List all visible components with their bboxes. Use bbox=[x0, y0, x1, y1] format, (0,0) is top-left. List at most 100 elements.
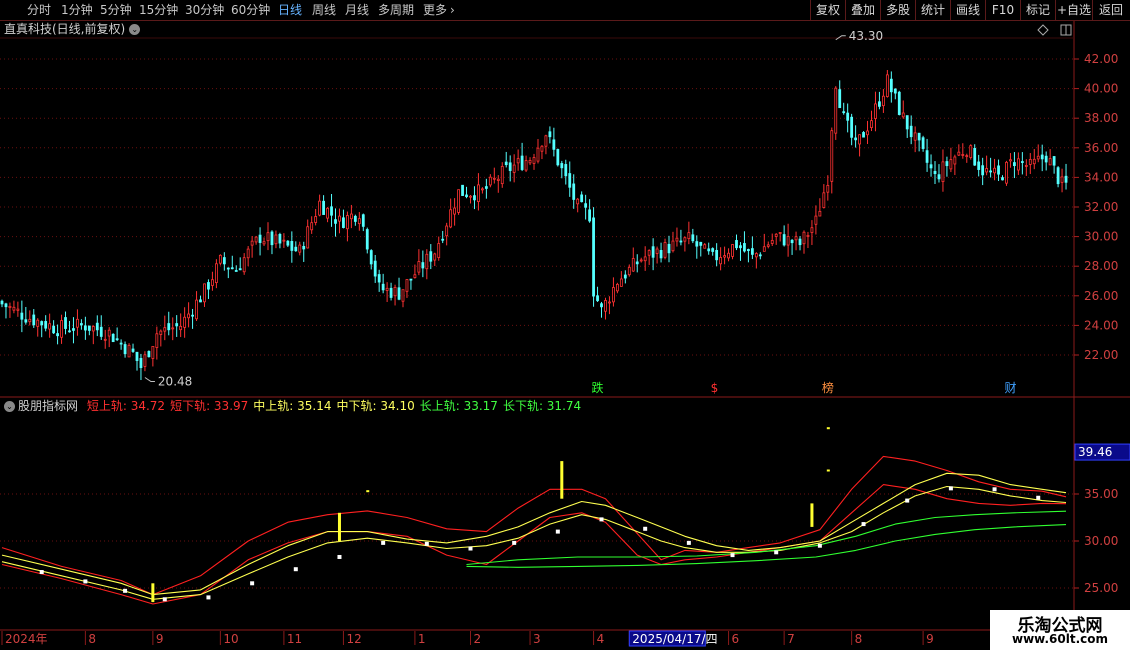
candle-body bbox=[504, 161, 508, 166]
dropdown-circle-icon[interactable]: ⌄ bbox=[129, 24, 141, 35]
band-marker-4 bbox=[206, 595, 211, 600]
candle-body bbox=[270, 231, 274, 246]
band-marker-21 bbox=[948, 486, 953, 491]
candle-body bbox=[802, 231, 806, 245]
short-upper-line bbox=[1, 455, 1067, 596]
candle-body bbox=[250, 240, 254, 246]
candle-body bbox=[1064, 175, 1068, 183]
event-marker-2: 榜 bbox=[822, 380, 834, 395]
candle-body bbox=[425, 253, 429, 270]
candle-body bbox=[187, 313, 191, 319]
date-label-5: 12 bbox=[346, 632, 361, 646]
candle-body bbox=[679, 240, 683, 243]
candle-body bbox=[314, 216, 318, 223]
candle-body bbox=[568, 173, 572, 188]
candle-body bbox=[322, 200, 325, 215]
candle-body bbox=[993, 167, 996, 174]
price-tick-label-0: 42.00 bbox=[1084, 52, 1118, 66]
candle-body bbox=[222, 257, 226, 265]
candle-body bbox=[413, 274, 417, 278]
candle-body bbox=[16, 308, 20, 311]
candle-body bbox=[334, 219, 337, 224]
candle-body bbox=[405, 279, 409, 292]
candle-body bbox=[754, 253, 758, 258]
candle-body bbox=[512, 164, 516, 173]
candle-body bbox=[540, 145, 544, 152]
candle-body bbox=[969, 145, 973, 158]
low-pointer bbox=[144, 377, 155, 382]
candle-body bbox=[274, 234, 278, 245]
candle-body bbox=[917, 132, 921, 141]
candle-body bbox=[623, 274, 627, 279]
candle-body bbox=[711, 248, 715, 252]
candle-body bbox=[548, 131, 552, 138]
candle-body bbox=[1040, 154, 1044, 160]
band-marker-7 bbox=[337, 554, 342, 559]
band-marker-18 bbox=[817, 543, 822, 548]
candle-body bbox=[1056, 167, 1060, 185]
candle-body bbox=[103, 338, 107, 341]
candle-body bbox=[790, 239, 794, 244]
candle-body bbox=[596, 295, 599, 302]
candle-body bbox=[909, 125, 913, 138]
candle-body bbox=[949, 159, 953, 170]
candle-body bbox=[691, 234, 695, 242]
candle-body bbox=[330, 206, 333, 216]
candle-body bbox=[782, 234, 786, 246]
candle-body bbox=[1001, 177, 1004, 181]
candle-body bbox=[639, 259, 643, 262]
candle-body bbox=[183, 316, 187, 328]
candle-body bbox=[572, 183, 576, 200]
chart-canvas[interactable]: 42.00 40.00 38.00 36.00 34.00 32.00 30.00 28.00… bbox=[0, 0, 1130, 650]
candle-body bbox=[516, 158, 520, 164]
indicator-item-3: 中下轨: 34.10 bbox=[336, 399, 415, 413]
candle-body bbox=[739, 245, 742, 249]
current-value-label: 39.46 bbox=[1078, 445, 1112, 459]
candle-body bbox=[361, 214, 365, 227]
candle-body bbox=[175, 323, 179, 327]
candle-body bbox=[758, 254, 762, 257]
candle-body bbox=[794, 236, 798, 241]
candle-body bbox=[905, 115, 909, 130]
indicator-legend: ⌄ 股朋指标网 短上轨: 34.72 短下轨: 33.97 中上轨: 35.14 中下轨… bbox=[4, 398, 581, 414]
candle-body bbox=[834, 87, 838, 134]
candle-body bbox=[36, 319, 40, 327]
candle-body bbox=[989, 170, 992, 173]
candle-body bbox=[203, 283, 206, 303]
candle-body bbox=[762, 246, 766, 252]
candle-body bbox=[179, 325, 183, 331]
candle-body bbox=[1052, 156, 1056, 166]
date-label-0: 2024年 bbox=[5, 632, 48, 646]
candle-body bbox=[826, 185, 830, 193]
candle-body bbox=[878, 101, 881, 107]
candle-body bbox=[72, 328, 75, 331]
signal-bar-2 bbox=[560, 461, 564, 499]
candle-body bbox=[985, 168, 989, 173]
candle-body bbox=[365, 229, 369, 250]
candle-body bbox=[544, 135, 548, 147]
candle-body bbox=[353, 215, 357, 222]
candle-body bbox=[885, 74, 889, 97]
band-marker-20 bbox=[905, 498, 910, 503]
indicator-collapse-icon[interactable]: ⌄ bbox=[4, 401, 15, 412]
band-marker-17 bbox=[774, 550, 779, 555]
indicator-item-0: 短上轨: 34.72 bbox=[86, 399, 166, 413]
candle-body bbox=[155, 333, 159, 348]
candle-body bbox=[850, 116, 854, 138]
indicator-item-4: 长上轨: 33.17 bbox=[419, 399, 498, 413]
price-tick-label-2: 38.00 bbox=[1084, 111, 1118, 125]
candle-body bbox=[588, 209, 591, 222]
signal-dot-2 bbox=[826, 427, 830, 430]
candle-body bbox=[675, 237, 679, 242]
candle-body bbox=[719, 257, 723, 265]
candle-body bbox=[881, 95, 885, 107]
watermark-url: www.60lt.com bbox=[1011, 632, 1109, 646]
candle-body bbox=[266, 232, 270, 242]
price-tick-label-5: 32.00 bbox=[1084, 200, 1118, 214]
candle-body bbox=[290, 241, 294, 251]
candle-body bbox=[798, 238, 802, 246]
watermark: 乐淘公式网 www.60lt.com bbox=[990, 610, 1130, 650]
candle-body bbox=[921, 137, 925, 149]
candle-body bbox=[564, 164, 568, 177]
indicator-item-5: 长下轨: 31.74 bbox=[502, 399, 582, 413]
